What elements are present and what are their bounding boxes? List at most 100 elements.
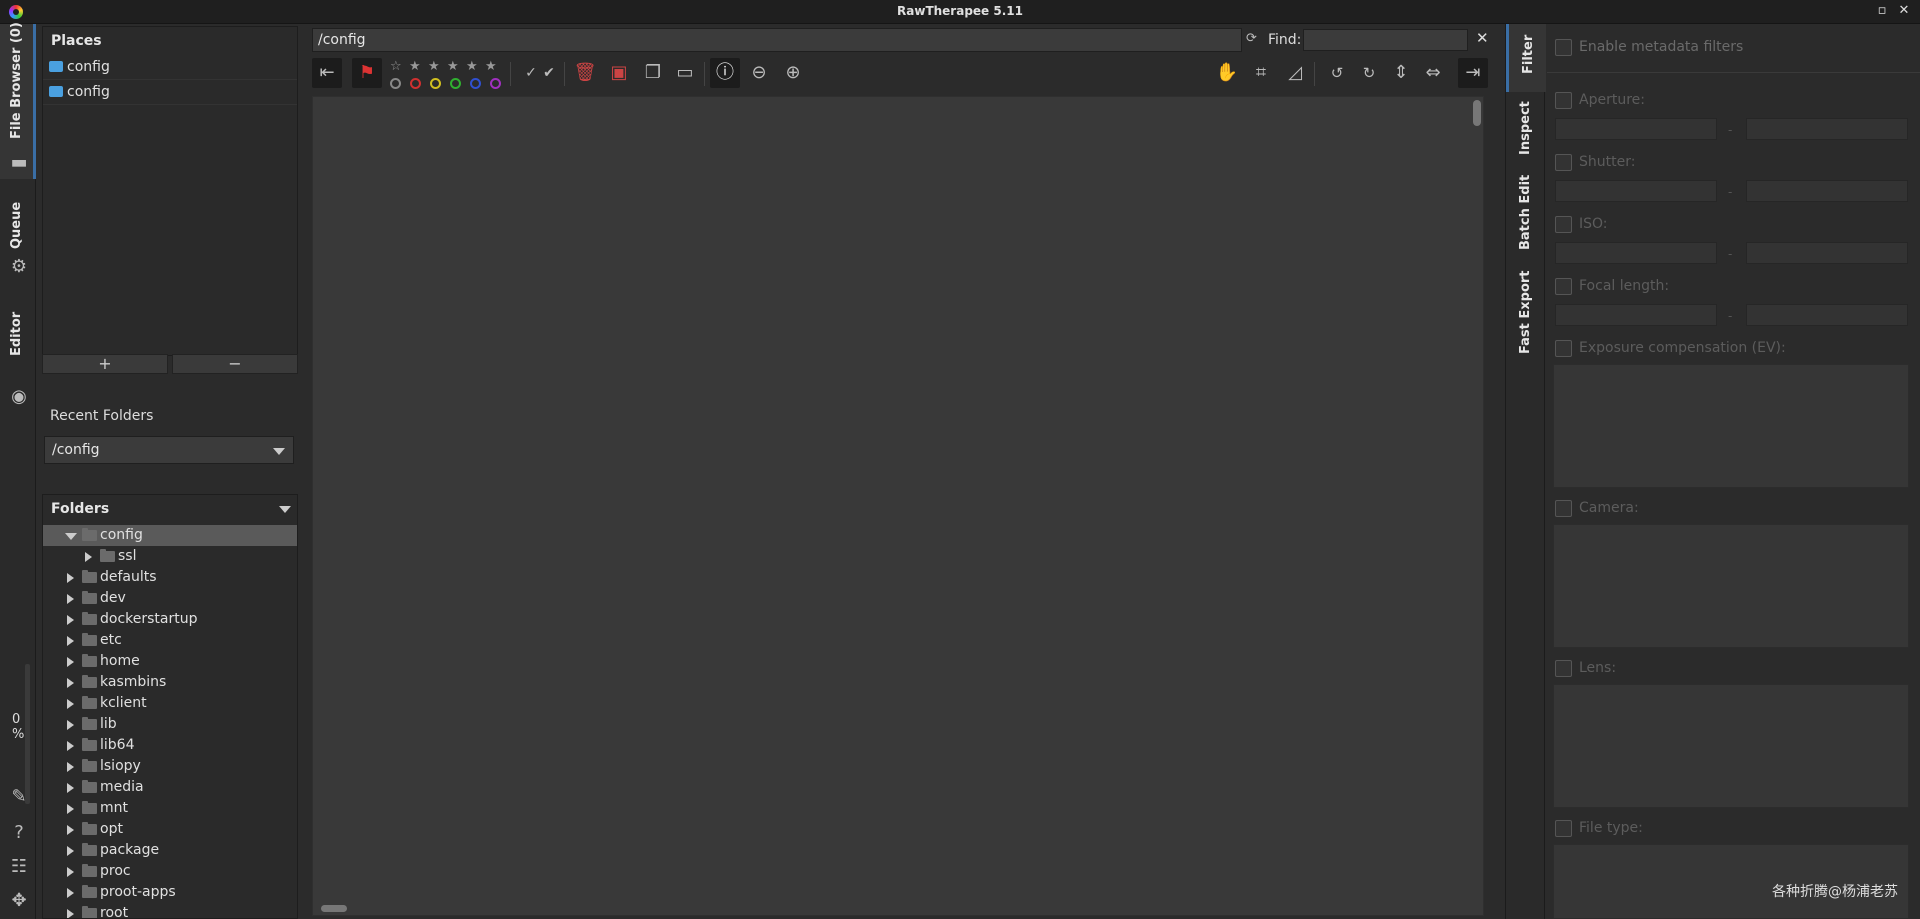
trash-icon[interactable]: 🗑 xyxy=(570,58,600,88)
rotate-right-icon[interactable]: ↻ xyxy=(1354,58,1384,88)
expander-icon[interactable] xyxy=(67,762,74,772)
color-label-green-icon[interactable] xyxy=(450,78,461,89)
path-input[interactable]: /config xyxy=(312,28,1242,52)
shutter-max-input[interactable] xyxy=(1746,180,1908,202)
exposure-compensation-checkbox[interactable] xyxy=(1555,340,1572,357)
lens-checkbox[interactable] xyxy=(1555,660,1572,677)
color-label-red-icon[interactable] xyxy=(410,78,421,89)
tree-row-ssl[interactable]: ssl xyxy=(43,546,297,567)
color-label-blue-icon[interactable] xyxy=(470,78,481,89)
expander-icon[interactable] xyxy=(67,909,74,918)
crop-icon[interactable]: ⌗ xyxy=(1246,58,1276,88)
trash-filter-icon[interactable]: ▣ xyxy=(604,58,634,88)
zoom-in-icon[interactable]: ⊕ xyxy=(778,58,808,88)
flip-vertical-icon[interactable]: ⇕ xyxy=(1386,58,1416,88)
expander-icon[interactable] xyxy=(85,552,92,562)
remove-place-button[interactable]: − xyxy=(172,354,298,374)
color-label-yellow-icon[interactable] xyxy=(430,78,441,89)
expander-icon[interactable] xyxy=(67,636,74,646)
tree-row[interactable]: media xyxy=(43,777,297,798)
tab-filter[interactable]: Filter xyxy=(1506,24,1546,92)
copy-icon[interactable]: ❐ xyxy=(638,58,668,88)
focal-length-max-input[interactable] xyxy=(1746,304,1908,326)
recent-folders-dropdown[interactable]: /config xyxy=(44,436,294,464)
tree-row[interactable]: lsiopy xyxy=(43,756,297,777)
tree-row[interactable]: root xyxy=(43,903,297,918)
straighten-icon[interactable]: ◿ xyxy=(1280,58,1310,88)
iso-checkbox[interactable] xyxy=(1555,216,1572,233)
preferences-icon[interactable]: ☷ xyxy=(8,856,30,878)
zoom-out-icon[interactable]: ⊖ xyxy=(744,58,774,88)
maximize-icon[interactable]: ▫ xyxy=(1873,3,1891,18)
tree-row[interactable]: dockerstartup xyxy=(43,609,297,630)
color-label-purple-icon[interactable] xyxy=(490,78,501,89)
open-folder-icon[interactable]: ▭ xyxy=(670,58,700,88)
find-input[interactable] xyxy=(1303,29,1468,51)
expander-open-icon[interactable] xyxy=(65,533,77,540)
shutter-min-input[interactable] xyxy=(1555,180,1717,202)
tree-row[interactable]: home xyxy=(43,651,297,672)
hand-tool-icon[interactable]: ✋ xyxy=(1212,58,1242,88)
expander-icon[interactable] xyxy=(67,741,74,751)
exposure-compensation-list[interactable] xyxy=(1553,364,1909,488)
filter-unrated-icon[interactable]: ⚑ xyxy=(352,58,382,88)
expander-icon[interactable] xyxy=(67,678,74,688)
lens-list[interactable] xyxy=(1553,684,1909,808)
expander-icon[interactable] xyxy=(67,888,74,898)
thumbnail-area[interactable] xyxy=(312,96,1484,916)
clear-find-icon[interactable]: ✕ xyxy=(1476,29,1489,47)
expander-icon[interactable] xyxy=(67,699,74,709)
folders-menu-icon[interactable] xyxy=(279,506,291,513)
aperture-checkbox[interactable] xyxy=(1555,92,1572,109)
place-item[interactable]: config xyxy=(43,80,297,105)
tree-row-config[interactable]: config xyxy=(43,525,297,546)
focal-length-min-input[interactable] xyxy=(1555,304,1717,326)
tab-queue[interactable]: Queue ⚙ xyxy=(0,194,36,284)
file-type-checkbox[interactable] xyxy=(1555,820,1572,837)
info-icon[interactable]: ⓘ xyxy=(710,58,740,88)
expander-icon[interactable] xyxy=(67,846,74,856)
star-filter-icon[interactable]: ★ xyxy=(466,59,478,74)
tree-row[interactable]: etc xyxy=(43,630,297,651)
tree-row[interactable]: proot-apps xyxy=(43,882,297,903)
tab-fast-export[interactable]: Fast Export xyxy=(1506,268,1546,364)
focal-length-checkbox[interactable] xyxy=(1555,278,1572,295)
star-filter-icon[interactable]: ★ xyxy=(428,59,440,74)
aperture-max-input[interactable] xyxy=(1746,118,1908,140)
help-icon[interactable]: ? xyxy=(8,822,30,844)
close-window-icon[interactable]: ✕ xyxy=(1895,3,1913,18)
aperture-min-input[interactable] xyxy=(1555,118,1717,140)
iso-max-input[interactable] xyxy=(1746,242,1908,264)
tree-row[interactable]: defaults xyxy=(43,567,297,588)
vertical-scrollbar[interactable] xyxy=(1473,100,1481,126)
tree-row[interactable]: lib xyxy=(43,714,297,735)
enable-metadata-filters-checkbox[interactable] xyxy=(1555,39,1572,56)
star-filter-icon[interactable]: ★ xyxy=(485,59,497,74)
tab-editor[interactable]: Editor ◉ xyxy=(0,296,36,407)
expander-icon[interactable] xyxy=(67,657,74,667)
place-item[interactable]: config xyxy=(43,55,297,80)
camera-list[interactable] xyxy=(1553,524,1909,648)
shutter-checkbox[interactable] xyxy=(1555,154,1572,171)
refresh-icon[interactable]: ⟳ xyxy=(1246,31,1257,46)
expander-icon[interactable] xyxy=(67,867,74,877)
camera-checkbox[interactable] xyxy=(1555,500,1572,517)
flip-horizontal-icon[interactable]: ⇔ xyxy=(1418,58,1448,88)
toggle-right-panel-icon[interactable]: ⇥ xyxy=(1458,58,1488,88)
tree-row[interactable]: proc xyxy=(43,861,297,882)
rotate-left-icon[interactable]: ↺ xyxy=(1322,58,1352,88)
tree-row[interactable]: opt xyxy=(43,819,297,840)
expander-icon[interactable] xyxy=(67,825,74,835)
star-filter-icon[interactable]: ★ xyxy=(447,59,459,74)
filter-saved-icon[interactable]: ✔ xyxy=(534,58,564,88)
toggle-left-panel-icon[interactable]: ⇤ xyxy=(312,58,342,88)
send-to-queue-icon[interactable]: ✎ xyxy=(8,786,30,808)
horizontal-scrollbar[interactable] xyxy=(321,905,347,912)
tab-file-browser[interactable]: File Browser (0) ▬ xyxy=(0,22,36,179)
expander-icon[interactable] xyxy=(67,720,74,730)
tree-row[interactable]: mnt xyxy=(43,798,297,819)
add-place-button[interactable]: + xyxy=(42,354,168,374)
expander-icon[interactable] xyxy=(67,573,74,583)
tree-row[interactable]: dev xyxy=(43,588,297,609)
tab-batch-edit[interactable]: Batch Edit xyxy=(1506,175,1546,260)
